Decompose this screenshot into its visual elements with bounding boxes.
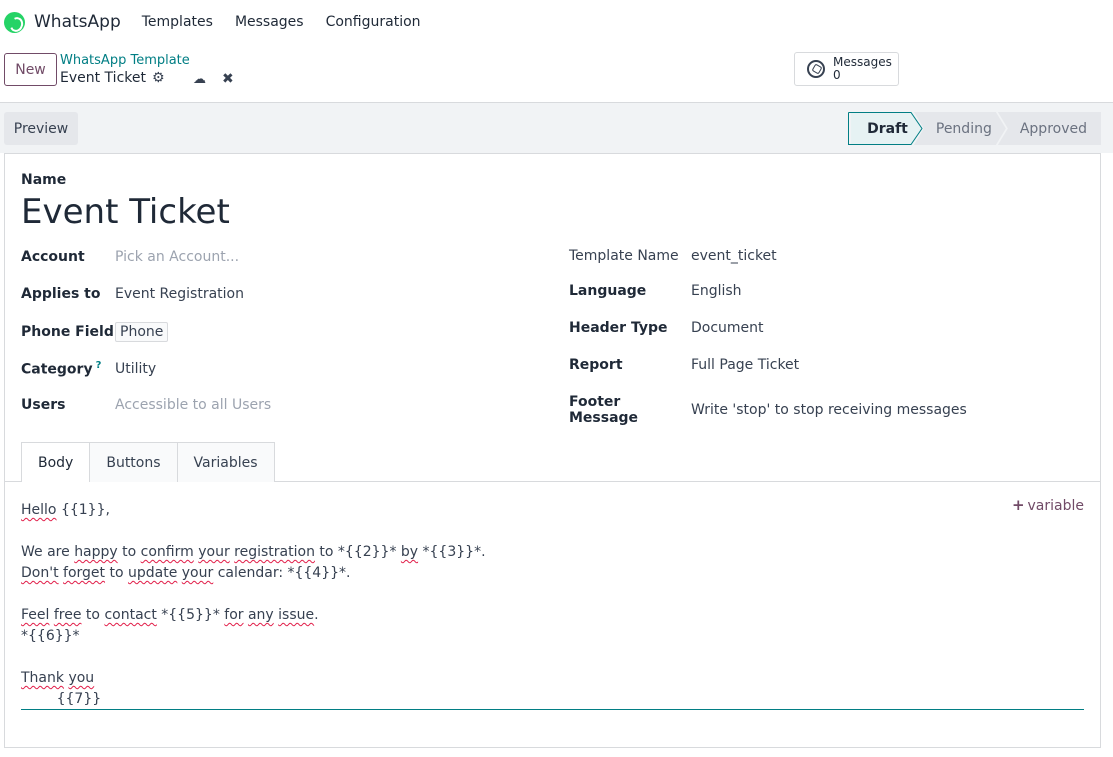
footer-message-label: Footer Message — [569, 394, 639, 426]
smart-button-label: Messages — [833, 55, 892, 69]
tab-body[interactable]: Body — [21, 442, 91, 482]
top-navbar: WhatsApp Templates Messages Configuratio… — [0, 0, 1113, 44]
spell-error: you — [68, 670, 95, 686]
body-editor[interactable]: Hello {{1}}, We are happy to confirm you… — [21, 500, 1084, 710]
body-line: Thank you — [21, 668, 1084, 689]
users-row: Users Accessible to all Users — [21, 397, 271, 413]
whatsapp-icon — [807, 60, 825, 78]
body-line: Hello {{1}}, — [21, 502, 110, 518]
applies-to-row: Applies to Event Registration — [21, 286, 244, 302]
applies-to-input[interactable]: Event Registration — [115, 286, 244, 302]
language-input[interactable]: English — [691, 283, 742, 299]
nav-templates[interactable]: Templates — [142, 14, 213, 30]
body-line: {{7}} — [21, 691, 102, 707]
language-row: Language English — [569, 283, 742, 299]
name-field[interactable]: Event Ticket — [21, 192, 230, 232]
spell-error: forget — [63, 565, 106, 581]
notebook-tabs: Body Buttons Variables — [21, 442, 275, 482]
body-line: *{{6}}* — [21, 628, 80, 644]
spell-error: contact — [104, 607, 157, 623]
spell-error: issue — [278, 607, 315, 623]
spell-error: confirm — [140, 544, 194, 560]
body-line — [21, 647, 1084, 668]
phone-field-label: Phone Field — [21, 324, 114, 340]
header-type-label: Header Type — [569, 320, 668, 336]
stage-pipeline: Draft Pending Approved — [851, 112, 1101, 145]
account-input[interactable]: Pick an Account... — [115, 249, 239, 265]
category-input[interactable]: Utility — [115, 361, 156, 377]
preview-button[interactable]: Preview — [4, 112, 78, 145]
template-name-label: Template Name — [569, 248, 679, 264]
applies-to-label: Applies to — [21, 286, 101, 302]
breadcrumb-whatsapp-template[interactable]: WhatsApp Template — [60, 53, 190, 68]
language-label: Language — [569, 283, 647, 299]
category-label-wrap: Category? — [21, 360, 115, 378]
report-label: Report — [569, 357, 623, 373]
spell-error: Hello — [21, 502, 57, 518]
body-line — [21, 521, 1084, 542]
phone-field-tag[interactable]: Phone — [115, 322, 169, 342]
nav-configuration[interactable]: Configuration — [326, 14, 421, 30]
body-line: Don't forget to update your calendar: *{… — [21, 565, 351, 581]
help-tooltip-icon[interactable]: ? — [96, 360, 102, 371]
stage-pending[interactable]: Pending — [914, 112, 1006, 145]
form-sheet: Name Event Ticket Account Pick an Accoun… — [4, 153, 1101, 748]
name-label: Name — [21, 172, 67, 188]
category-row: Category? Utility — [21, 360, 156, 378]
spell-error: by — [400, 544, 419, 560]
messages-smart-button[interactable]: Messages 0 — [794, 52, 899, 86]
category-label: Category — [21, 361, 93, 378]
whatsapp-logo-icon[interactable] — [4, 11, 25, 33]
spell-error: your — [198, 544, 230, 560]
status-bar: Preview Draft Pending Approved — [0, 103, 1113, 153]
cloud-save-icon[interactable]: ☁ — [193, 72, 206, 87]
tab-buttons[interactable]: Buttons — [89, 442, 178, 482]
new-button[interactable]: New — [4, 53, 57, 86]
control-panel: New WhatsApp Template Event Ticket ⚙ ☁ ✖… — [0, 44, 1113, 103]
spell-error: any — [247, 607, 274, 623]
smart-button-count: 0 — [833, 68, 841, 82]
template-name-row: Template Name event_ticket — [569, 248, 777, 264]
tab-variables[interactable]: Variables — [176, 442, 275, 482]
gear-icon[interactable]: ⚙ — [152, 70, 165, 86]
footer-message-row: Footer Message Write 'stop' to stop rece… — [569, 394, 967, 426]
stage-approved[interactable]: Approved — [997, 112, 1101, 145]
spell-error: free — [53, 607, 82, 623]
app-name[interactable]: WhatsApp — [34, 12, 121, 32]
spell-error: Thank — [21, 670, 64, 686]
nav-messages[interactable]: Messages — [235, 14, 304, 30]
spell-error: happy — [74, 544, 118, 560]
discard-close-icon[interactable]: ✖ — [222, 71, 234, 87]
spell-error: your — [181, 565, 214, 581]
body-line: We are happy to confirm your registratio… — [21, 544, 486, 560]
report-input[interactable]: Full Page Ticket — [691, 357, 799, 373]
spell-error: Feel — [21, 607, 50, 623]
report-row: Report Full Page Ticket — [569, 357, 799, 373]
header-type-input[interactable]: Document — [691, 320, 764, 336]
body-line: Feel free to contact *{{5}}* for any iss… — [21, 607, 319, 623]
body-field-underline — [21, 709, 1084, 710]
template-name-input[interactable]: event_ticket — [691, 248, 777, 264]
spell-error: update — [127, 565, 178, 581]
smart-button-text: Messages 0 — [833, 56, 892, 82]
spell-error: for — [224, 607, 244, 623]
phone-field-row: Phone Field Phone — [21, 322, 169, 342]
account-label: Account — [21, 249, 85, 265]
users-label: Users — [21, 397, 66, 413]
breadcrumb-current-record: Event Ticket ⚙ — [60, 70, 165, 86]
body-line — [21, 584, 1084, 605]
footer-message-input[interactable]: Write 'stop' to stop receiving messages — [691, 402, 967, 418]
header-type-row: Header Type Document — [569, 320, 764, 336]
stage-draft[interactable]: Draft — [851, 112, 922, 145]
spell-error: registration — [234, 544, 315, 560]
record-title: Event Ticket — [60, 70, 146, 86]
users-input[interactable]: Accessible to all Users — [115, 397, 271, 413]
spell-error: Don't — [21, 565, 59, 581]
account-row: Account Pick an Account... — [21, 249, 239, 265]
